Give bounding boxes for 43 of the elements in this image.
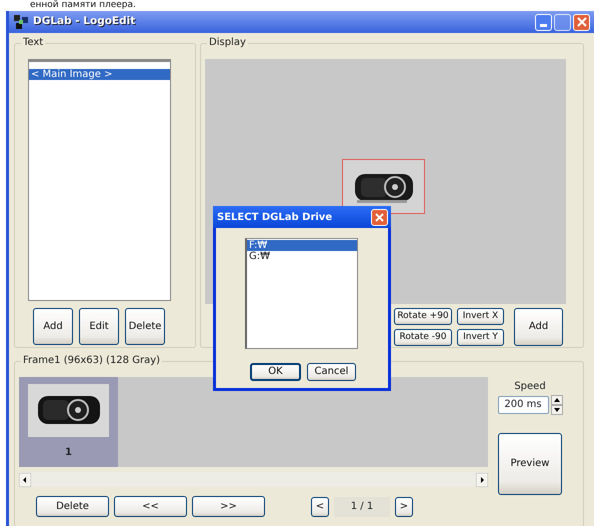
maximize-button[interactable] xyxy=(554,14,571,30)
close-button[interactable] xyxy=(371,208,388,226)
scrollbar[interactable] xyxy=(19,472,488,487)
spinner-icon[interactable] xyxy=(550,395,562,415)
transform-button[interactable]: Invert X xyxy=(457,308,504,325)
group-title: Frame1 (96x63) (128 Gray) xyxy=(21,354,162,367)
window-title: DGLab - LogoEdit xyxy=(33,14,136,30)
drive-item[interactable]: F:₩ xyxy=(247,240,357,251)
minimize-icon xyxy=(540,24,547,26)
close-icon xyxy=(375,212,384,222)
text-list[interactable]: < Main Image > xyxy=(28,59,171,301)
speed-label: Speed xyxy=(514,380,546,394)
ok-button[interactable]: OK xyxy=(250,363,301,381)
text-action-button[interactable]: Delete xyxy=(125,308,165,345)
dialog-title: SELECT DGLab Drive xyxy=(217,210,332,224)
frame-thumbnail[interactable]: 1 xyxy=(19,377,118,467)
close-icon xyxy=(576,17,586,27)
cancel-button[interactable]: Cancel xyxy=(307,363,356,381)
preview-button[interactable]: Preview xyxy=(498,433,562,495)
scroll-right-icon xyxy=(476,472,488,486)
page-caption: енной памяти плеера. xyxy=(29,0,137,11)
close-button[interactable] xyxy=(573,14,590,30)
drive-list[interactable]: F:₩ G:₩ xyxy=(245,238,358,349)
next-page-button[interactable]: > xyxy=(395,496,413,516)
frame-action-button[interactable]: << xyxy=(114,496,187,517)
text-action-button[interactable]: Add xyxy=(33,308,73,345)
page-indicator: 1 / 1 xyxy=(334,496,390,516)
scroll-left-icon xyxy=(19,472,31,486)
frame-action-button[interactable]: Delete xyxy=(36,496,109,517)
transform-button[interactable]: Invert Y xyxy=(457,329,504,346)
frame-number: 1 xyxy=(64,446,73,460)
group-title: Display xyxy=(207,36,248,49)
speed-field[interactable]: 200 ms xyxy=(498,396,548,414)
previous-page-button[interactable]: < xyxy=(311,496,329,516)
list-item[interactable]: < Main Image > xyxy=(29,69,170,80)
add-button[interactable]: Add xyxy=(514,308,563,346)
app-icon xyxy=(13,14,29,30)
transform-button[interactable]: Rotate +90 xyxy=(394,308,452,325)
frame-action-button[interactable]: >> xyxy=(192,496,265,517)
text-action-button[interactable]: Edit xyxy=(79,308,119,345)
transform-button[interactable]: Rotate -90 xyxy=(394,329,452,346)
minimize-button[interactable] xyxy=(535,14,552,30)
drive-item[interactable]: G:₩ xyxy=(247,251,357,262)
